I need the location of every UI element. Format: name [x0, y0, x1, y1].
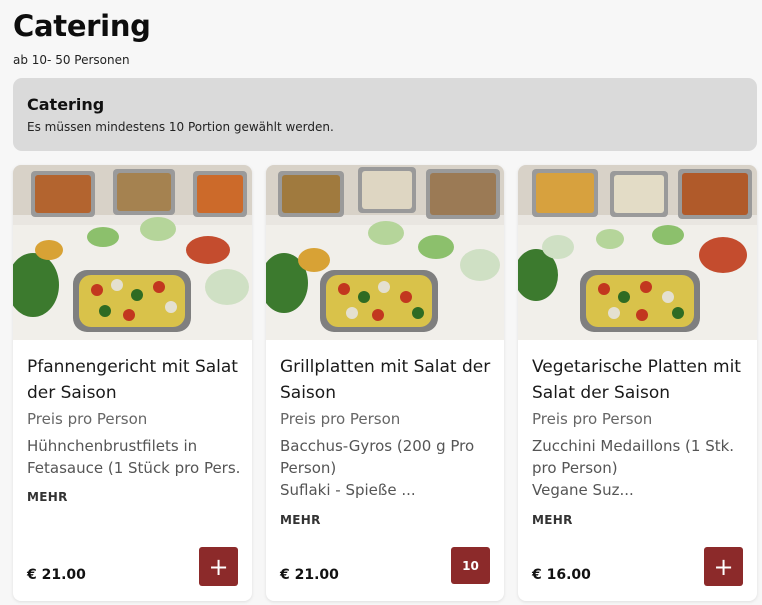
product-title[interactable]: Grillplatten mit Salat der Saison [280, 354, 495, 406]
description-line: Hühnchenbrustfilets in [27, 437, 198, 455]
description-line: Fetasauce (1 Stück pro Pers... [27, 459, 241, 477]
description-line: Person) [280, 459, 337, 477]
product-price: € 21.00 [280, 567, 339, 583]
product-price-unit: Preis pro Person [532, 410, 653, 428]
product-description: Bacchus-Gyros (200 g Pro Person) Suflaki… [280, 435, 494, 501]
page-title: Catering [13, 9, 151, 43]
product-price-unit: Preis pro Person [280, 410, 401, 428]
more-link[interactable]: MEHR [280, 513, 321, 527]
plus-icon: + [208, 552, 229, 581]
product-card[interactable]: Vegetarische Platten mit Salat der Saiso… [518, 165, 757, 601]
product-price: € 21.00 [27, 567, 86, 583]
product-image[interactable] [266, 165, 504, 340]
product-card[interactable]: Grillplatten mit Salat der Saison Preis … [266, 165, 504, 601]
more-link[interactable]: MEHR [532, 513, 573, 527]
product-title[interactable]: Pfannengericht mit Salat der Saison [27, 354, 242, 406]
description-line: Vegane Suz... [532, 481, 634, 499]
plus-icon: + [713, 552, 734, 581]
product-card[interactable]: Pfannengericht mit Salat der Saison Prei… [13, 165, 252, 601]
quantity-button[interactable]: 10 [451, 547, 490, 584]
product-description: Hühnchenbrustfilets in Fetasauce (1 Stüc… [27, 435, 241, 479]
product-price-unit: Preis pro Person [27, 410, 148, 428]
description-line: Bacchus-Gyros (200 g Pro [280, 437, 475, 455]
product-title[interactable]: Vegetarische Platten mit Salat der Saiso… [532, 354, 747, 406]
add-to-cart-button[interactable]: + [704, 547, 743, 586]
info-box: Catering Es müssen mindestens 10 Portion… [13, 78, 757, 151]
description-line: Suflaki - Spieße ... [280, 481, 416, 499]
description-line: Zucchini Medaillons (1 Stk. [532, 437, 735, 455]
info-text: Es müssen mindestens 10 Portion gewählt … [27, 120, 334, 134]
page-subtitle: ab 10- 50 Personen [13, 53, 130, 67]
info-title: Catering [27, 95, 105, 114]
add-to-cart-button[interactable]: + [199, 547, 238, 586]
product-image[interactable] [518, 165, 757, 340]
description-line: pro Person) [532, 459, 618, 477]
product-description: Zucchini Medaillons (1 Stk. pro Person) … [532, 435, 746, 501]
more-link[interactable]: MEHR [27, 490, 68, 504]
product-price: € 16.00 [532, 567, 591, 583]
product-image[interactable] [13, 165, 252, 340]
